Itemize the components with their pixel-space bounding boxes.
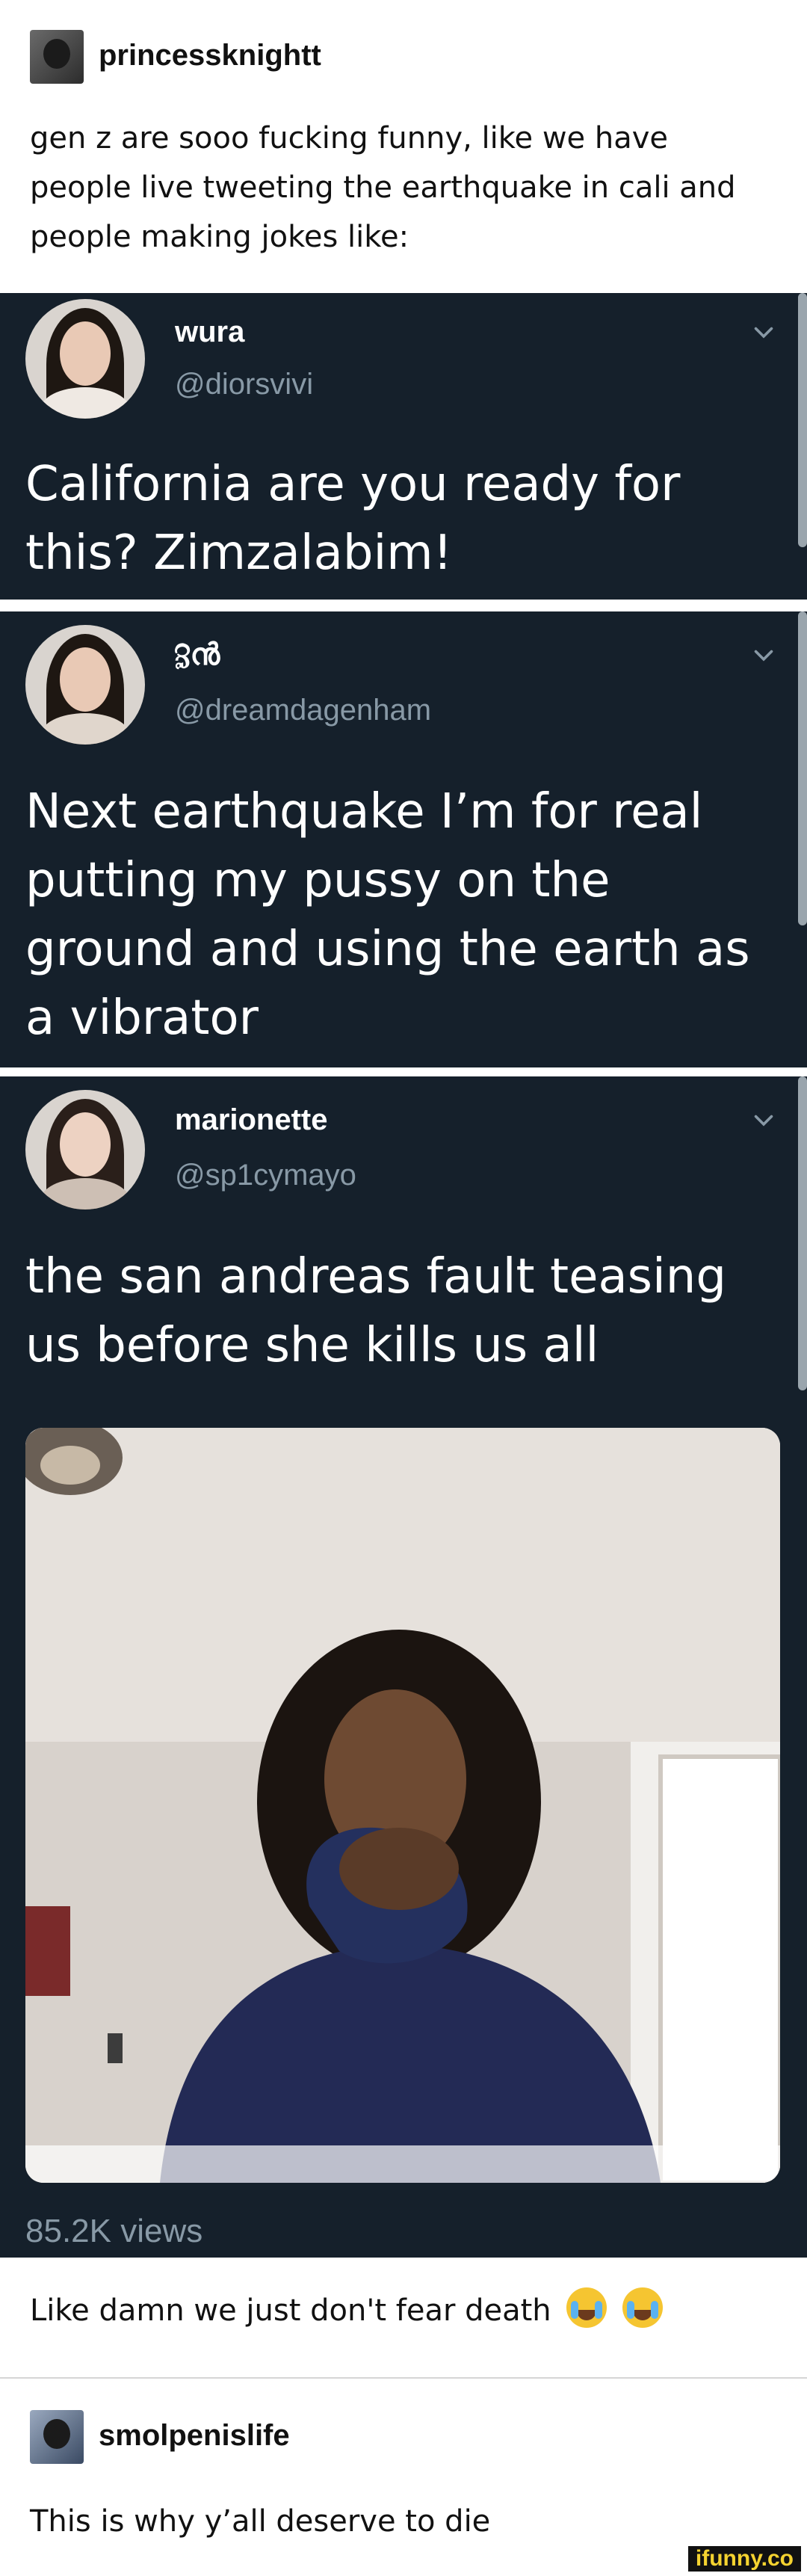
loudly-crying-face-icon — [566, 2287, 607, 2328]
post-text-line: gen z are sooo fucking funny, like we ha… — [30, 121, 669, 155]
tweet-text-line: us before she kills us all — [25, 1318, 599, 1373]
scrollbar[interactable] — [798, 1076, 807, 1390]
avatar[interactable] — [25, 1090, 145, 1210]
scrollbar[interactable] — [798, 611, 807, 925]
tweet-video[interactable] — [25, 1428, 780, 2183]
tweet-author-handle[interactable]: @dreamdagenham — [175, 694, 431, 727]
post-username[interactable]: princessknightt — [99, 39, 321, 73]
avatar-face — [60, 321, 111, 386]
tweet-text-line: this? Zimzalabim! — [25, 526, 453, 581]
tweet-card: marionette @sp1cymayo the san andreas fa… — [0, 1076, 807, 2258]
tweet-author-handle[interactable]: @sp1cymayo — [175, 1159, 356, 1192]
post-footer-text: Like damn we just don't fear death — [30, 2286, 664, 2335]
avatar-face — [60, 1112, 111, 1177]
tweet-author-name[interactable]: wura — [175, 315, 244, 349]
tweet-text-line: Next earthquake I’m for real — [25, 784, 703, 839]
tweet-text-line: a vibrator — [25, 990, 259, 1046]
avatar[interactable] — [30, 2410, 84, 2464]
tweet-view-count: 85.2K views — [25, 2213, 203, 2249]
tweet-card: wura @diorsvivi California are you ready… — [0, 293, 807, 600]
post-text-line: This is why y’all deserve to die — [30, 2504, 491, 2539]
tweet-author-name[interactable]: ℨൻ — [175, 638, 220, 672]
avatar[interactable] — [25, 299, 145, 419]
scrollbar[interactable] — [798, 293, 807, 547]
avatar[interactable] — [25, 625, 145, 745]
tweet-text-line: the san andreas fault teasing — [25, 1249, 726, 1304]
tweet-author-name[interactable]: marionette — [175, 1103, 328, 1137]
tweet-card: ℨൻ @dreamdagenham Next earthquake I’m fo… — [0, 611, 807, 1067]
chevron-down-icon[interactable] — [750, 1106, 777, 1133]
tweet-text-line: California are you ready for — [25, 457, 681, 512]
watermark-logo: ifunny.co — [687, 2546, 801, 2572]
loudly-crying-face-icon — [622, 2287, 664, 2328]
post-text-line: people making jokes like: — [30, 220, 409, 254]
post-username[interactable]: smolpenislife — [99, 2419, 290, 2453]
video-frame — [25, 1428, 780, 2183]
tweet-text-line: ground and using the earth as — [25, 922, 750, 977]
chevron-down-icon[interactable] — [750, 318, 777, 345]
avatar[interactable] — [30, 30, 84, 84]
post-text-line: people live tweeting the earthquake in c… — [30, 170, 736, 205]
post-footer-label: Like damn we just don't fear death — [30, 2293, 551, 2328]
divider — [0, 2377, 807, 2379]
chevron-down-icon[interactable] — [750, 641, 777, 668]
tweet-author-handle[interactable]: @diorsvivi — [175, 368, 313, 401]
avatar-face — [60, 647, 111, 712]
tweet-text-line: putting my pussy on the — [25, 853, 610, 908]
